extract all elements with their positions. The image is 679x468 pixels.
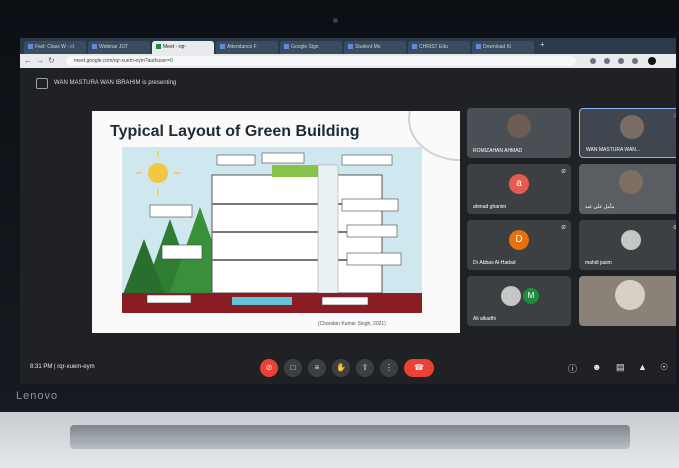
building-diagram [122, 147, 422, 313]
info-icon[interactable]: ⓘ [568, 362, 577, 375]
tab-favicon [284, 44, 289, 50]
participant-tile[interactable]: ⊘ mahdi jasim [579, 220, 676, 270]
mic-off-icon: ⊘ [560, 225, 566, 231]
browser-tab[interactable]: Download Ki [472, 41, 534, 54]
participant-tile[interactable]: M Ali alkadhi [467, 276, 571, 326]
mic-off-icon: ⊘ [672, 225, 676, 231]
present-screen-icon [36, 78, 48, 89]
more-options-button[interactable]: ⋮ [380, 359, 398, 377]
camera-button[interactable]: □ [284, 359, 302, 377]
tab-favicon [220, 44, 225, 50]
chat-icon[interactable]: ▤ [616, 362, 625, 373]
participant-tile[interactable]: مأمل علي عبد [579, 164, 676, 214]
new-tab-button[interactable]: + [540, 40, 545, 49]
avatar: M [523, 288, 539, 304]
leave-call-button[interactable]: ☎ [404, 359, 434, 377]
browser-toolbar: ← → ↻ meet.google.com/rqr-xuem-eym?authu… [20, 54, 676, 68]
speaking-indicator-icon: ♫ [673, 113, 677, 119]
participant-name: WAN MASTURA WAN... [586, 147, 641, 153]
avatar [621, 230, 641, 250]
browser-tab[interactable]: Google Sign [280, 41, 342, 54]
presentation-slide: Typical Layout of Green Building (Chanda… [92, 111, 460, 333]
people-icon[interactable]: ☻ [592, 362, 601, 372]
host-controls-icon[interactable]: ☉ [660, 362, 668, 373]
mic-off-icon: ⊘ [560, 169, 566, 175]
laptop-hinge [70, 425, 630, 449]
mic-off-button[interactable]: ⊘ [260, 359, 278, 377]
forward-icon[interactable]: → [36, 55, 44, 67]
participant-name: ahmad ghanim [473, 204, 507, 210]
browser-tab[interactable]: CHRIST Edu [408, 41, 470, 54]
laptop-brand-logo: Lenovo [16, 390, 59, 402]
reload-icon[interactable]: ↻ [48, 55, 55, 67]
tab-favicon [412, 44, 417, 50]
extension-icon[interactable] [632, 58, 638, 64]
green-building-illustration [122, 147, 422, 313]
participant-name: Dr Abbas Al-Hadad [473, 260, 516, 266]
screen: Fwd: Class W - cl Webinar JOT Meet - rqr… [20, 38, 676, 384]
participant-tile[interactable] [579, 276, 676, 326]
browser-tab-strip: Fwd: Class W - cl Webinar JOT Meet - rqr… [20, 38, 676, 54]
present-button[interactable]: ⇧ [356, 359, 374, 377]
back-icon[interactable]: ← [24, 55, 32, 67]
participant-tile[interactable]: ROMIZAHAN AHMAD [467, 108, 571, 158]
browser-tab[interactable]: Student Mo [344, 41, 406, 54]
participant-video [619, 170, 643, 194]
captions-button[interactable]: ≡ [308, 359, 326, 377]
participant-tile[interactable]: D ⊘ Dr Abbas Al-Hadad [467, 220, 571, 270]
slide-title: Typical Layout of Green Building [110, 123, 360, 140]
participant-name: ROMIZAHAN AHMAD [473, 148, 523, 154]
tab-favicon [348, 44, 353, 50]
extension-icon[interactable] [604, 58, 610, 64]
address-bar[interactable]: meet.google.com/rqr-xuem-eym?authuser=0 [66, 56, 576, 66]
browser-tab[interactable]: Attendance F [216, 41, 278, 54]
profile-avatar[interactable] [648, 57, 656, 65]
participant-video [615, 280, 645, 310]
tab-favicon [28, 44, 33, 50]
meet-control-bar: 8:31 PM | rqr-xuem-eym ⊘ □ ≡ ✋ ⇧ ⋮ ☎ ⓘ ☻… [20, 354, 676, 384]
participant-tile-active[interactable]: ♫ WAN MASTURA WAN... [579, 108, 676, 158]
avatar: D [509, 230, 529, 250]
participant-video [620, 115, 644, 139]
avatar [501, 286, 521, 306]
browser-tab-active[interactable]: Meet - rqr- [152, 41, 214, 54]
avatar: a [509, 174, 529, 194]
tab-favicon [92, 44, 97, 50]
participant-name: mahdi jasim [585, 260, 612, 266]
presenting-banner: WAN MASTURA WAN IBRAHIM is presenting [54, 80, 177, 86]
activities-icon[interactable]: ▲ [638, 362, 647, 372]
slide-credit: (Chandan Kumar Singh, 2021) [318, 321, 386, 327]
participant-video [507, 114, 531, 138]
meeting-clock: 8:31 PM | rqr-xuem-eym [30, 364, 95, 370]
webcam [333, 18, 338, 23]
extension-icon[interactable] [618, 58, 624, 64]
meet-stage: WAN MASTURA WAN IBRAHIM is presenting Ty… [20, 68, 676, 384]
extension-icon[interactable] [590, 58, 596, 64]
tab-favicon [476, 44, 481, 50]
raise-hand-button[interactable]: ✋ [332, 359, 350, 377]
participant-name: Ali alkadhi [473, 316, 496, 322]
participant-tile[interactable]: a ⊘ ahmad ghanim [467, 164, 571, 214]
meet-favicon [156, 44, 161, 50]
browser-tab[interactable]: Webinar JOT [88, 41, 150, 54]
participant-name: مأمل علي عبد [585, 204, 615, 210]
browser-tab[interactable]: Fwd: Class W - cl [24, 41, 86, 54]
